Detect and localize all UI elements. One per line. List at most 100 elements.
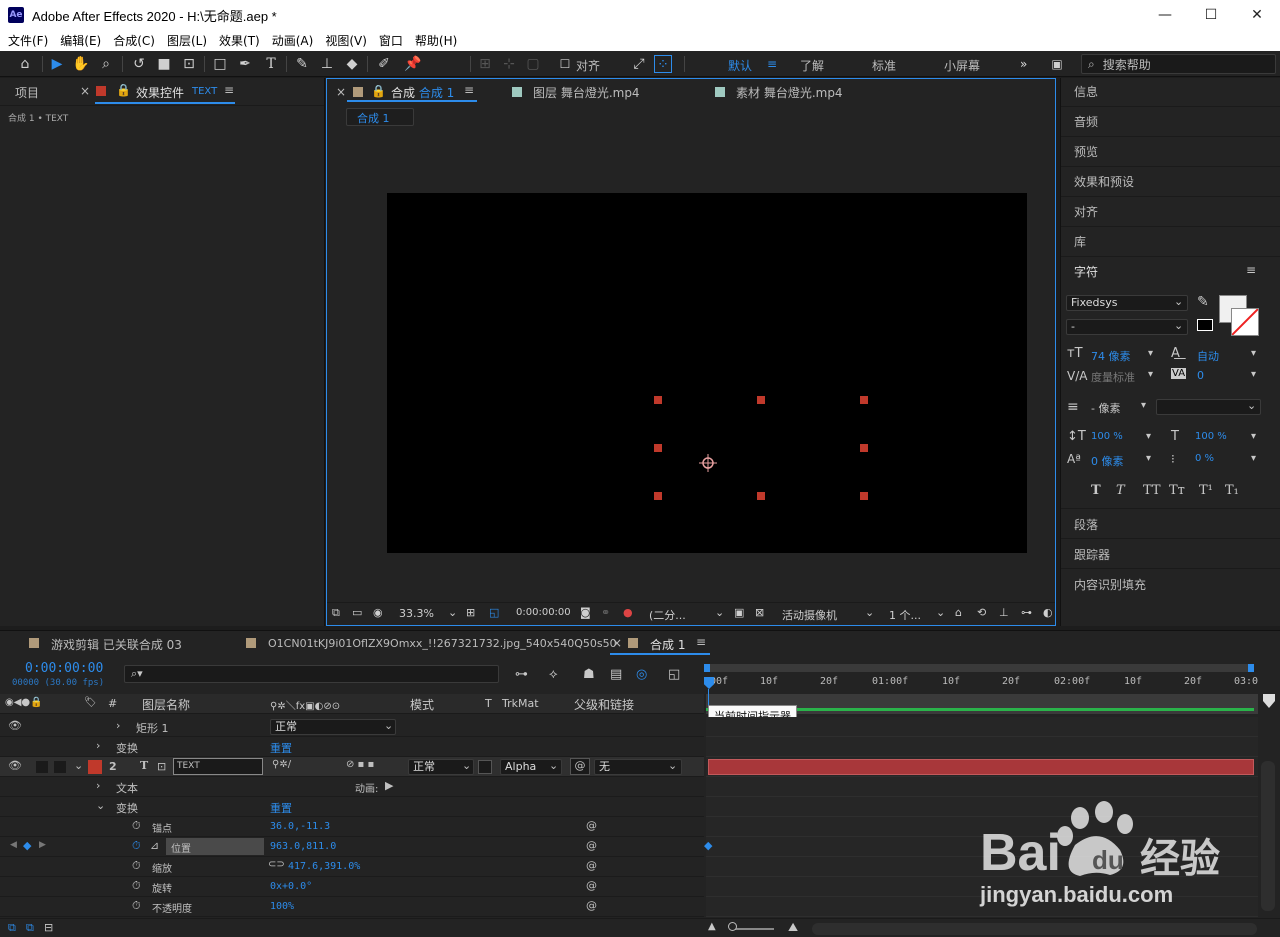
bounding-handle-t[interactable] xyxy=(757,396,765,404)
brush-tool-icon[interactable]: ✎ xyxy=(293,55,311,73)
axis-world-icon[interactable]: ⊹ xyxy=(500,55,518,73)
chevron-down-icon[interactable]: ⌄ xyxy=(715,606,724,619)
prev-keyframe-icon[interactable]: ◀ xyxy=(10,840,17,850)
eye-icon[interactable]: 👁 xyxy=(8,759,22,772)
chevron-down-icon[interactable]: ▾ xyxy=(1146,453,1151,464)
expression-pickwhip-icon[interactable]: @ xyxy=(586,879,597,892)
horizontal-scrollbar[interactable] xyxy=(812,923,1257,935)
menu-window[interactable]: 窗口 xyxy=(373,32,409,49)
zoom-in-icon[interactable]: ⛰ xyxy=(788,920,798,935)
text-tool-icon[interactable]: T xyxy=(262,55,280,73)
property-value[interactable]: 417.6,391.0% xyxy=(288,861,360,872)
transform-group-row[interactable]: ⌄ 变换 重置 xyxy=(0,797,704,817)
panel-content-aware-fill[interactable]: 内容识别填充 xyxy=(1074,576,1146,593)
comp-mini-flowchart-icon[interactable]: ⊶ xyxy=(515,667,528,682)
tab-project[interactable]: 项目 xyxy=(15,84,39,101)
eyedropper-icon[interactable]: ✎ xyxy=(1197,294,1209,310)
property-value[interactable]: 0x+0.0° xyxy=(270,881,312,892)
pen-tool-icon[interactable]: ✒ xyxy=(236,55,254,73)
stroke-width-value[interactable]: - 像素 xyxy=(1091,400,1120,416)
snap-target-icon[interactable]: ⁘ xyxy=(654,55,672,73)
panel-tracker[interactable]: 跟踪器 xyxy=(1074,546,1110,563)
keyframe-icon[interactable]: ◆ xyxy=(23,839,31,852)
toggle-render-time-icon[interactable]: ⊟ xyxy=(44,921,53,934)
timeline-tab-game-clip[interactable]: 游戏剪辑 已关联合成 03 xyxy=(51,636,182,653)
chevron-down-icon[interactable]: ⌄ xyxy=(74,759,83,772)
all-caps-button[interactable]: TT xyxy=(1143,483,1161,498)
property-row-rotation[interactable]: ⏱ 旋转 0x+0.0° @ xyxy=(0,877,704,897)
chevron-down-icon[interactable]: ⌄ xyxy=(936,606,945,619)
lock-icon[interactable]: 🔒 xyxy=(371,84,386,98)
menu-animation[interactable]: 动画(A) xyxy=(266,32,320,49)
snapshot-icon[interactable]: ◙ xyxy=(580,606,591,619)
maximize-button[interactable]: ☐ xyxy=(1188,0,1234,30)
font-family-dropdown[interactable]: Fixedsys xyxy=(1066,295,1188,311)
bounding-handle-bl[interactable] xyxy=(654,492,662,500)
zoom-slider-knob[interactable] xyxy=(728,922,737,931)
bounding-handle-br[interactable] xyxy=(860,492,868,500)
stopwatch-icon[interactable]: ⏱ xyxy=(132,819,141,833)
bounding-handle-r[interactable] xyxy=(860,444,868,452)
toggle-modes-icon[interactable]: ⧉ xyxy=(26,921,34,935)
panel-align[interactable]: 对齐 xyxy=(1074,203,1098,220)
vertical-scrollbar[interactable] xyxy=(1261,761,1275,911)
layer-row-1[interactable]: 👁 › 矩形 1 正常 ⌄ xyxy=(0,717,704,737)
eraser-tool-icon[interactable]: ◆ xyxy=(343,55,361,73)
superscript-button[interactable]: T¹ xyxy=(1199,483,1213,498)
preserve-transparency-switch[interactable] xyxy=(478,760,492,774)
time-ruler[interactable]: 00f 10f 20f 01:00f 10f 20f 02:00f 10f 20… xyxy=(704,674,1260,694)
menu-file[interactable]: 文件(F) xyxy=(2,32,54,49)
timeline-timecode[interactable]: 0:00:00:00 xyxy=(25,661,103,676)
tab-composition[interactable]: 合成 合成 1 xyxy=(391,84,454,101)
snap-checkbox[interactable]: ☐ xyxy=(556,55,574,73)
pick-whip-icon[interactable]: @ xyxy=(570,758,590,775)
panel-menu-icon[interactable]: ≡ xyxy=(224,83,234,97)
blend-mode-dropdown[interactable]: 正常 xyxy=(270,719,396,735)
tsume-value[interactable]: 0 % xyxy=(1195,453,1214,464)
rectangle-tool-icon[interactable]: □ xyxy=(211,55,229,73)
panel-character[interactable]: 字符 xyxy=(1074,263,1098,280)
chevron-right-icon[interactable]: › xyxy=(96,779,100,792)
menu-edit[interactable]: 编辑(E) xyxy=(54,32,107,49)
panel-info[interactable]: 信息 xyxy=(1074,83,1098,100)
rotate-tool-icon[interactable]: ↺ xyxy=(130,55,148,73)
timeline-icon[interactable]: ◐ xyxy=(1043,606,1053,619)
chevron-down-icon[interactable]: ⌄ xyxy=(96,799,105,812)
trkmat-column[interactable]: TrkMat xyxy=(502,697,539,710)
workspace-default[interactable]: 默认 xyxy=(728,57,752,74)
eye-icon[interactable]: 👁 xyxy=(8,719,22,732)
zoom-out-icon[interactable]: ▲ xyxy=(708,921,716,932)
anchor-point-icon[interactable] xyxy=(698,453,718,473)
comp-breadcrumb[interactable]: 合成 1 xyxy=(346,108,414,126)
expression-pickwhip-icon[interactable]: @ xyxy=(586,899,597,912)
lock-icon[interactable]: 🔒 xyxy=(116,83,131,97)
property-row-opacity[interactable]: ⏱ 不透明度 100% @ xyxy=(0,897,704,917)
channel-icon[interactable]: ● xyxy=(623,606,633,619)
frame-blending-icon[interactable]: ▤ xyxy=(610,667,622,682)
panel-preview[interactable]: 预览 xyxy=(1074,143,1098,160)
animate-play-icon[interactable]: ▶ xyxy=(385,779,393,792)
home-icon[interactable]: ⌂ xyxy=(16,55,34,73)
bounding-handle-b[interactable] xyxy=(757,492,765,500)
shy-layers-icon[interactable]: ☗ xyxy=(583,667,595,682)
show-snapshot-icon[interactable]: ⚭ xyxy=(601,606,610,619)
property-row-position[interactable]: ◀ ◆ ▶ ⏱ ⊿ 位置 963.0,811.0 @ xyxy=(0,837,704,857)
workspace-toggle-icon[interactable]: ▣ xyxy=(1048,55,1066,73)
roto-brush-tool-icon[interactable]: ✐ xyxy=(375,55,393,73)
panel-menu-icon[interactable]: ≡ xyxy=(1246,263,1256,277)
chevron-down-icon[interactable]: ⌄ xyxy=(865,606,874,619)
property-value[interactable]: 100% xyxy=(270,901,294,912)
menu-help[interactable]: 帮助(H) xyxy=(409,32,463,49)
kerning-value[interactable]: 度量标准 xyxy=(1091,369,1135,385)
chevron-right-icon[interactable]: › xyxy=(116,719,120,732)
panel-paragraph[interactable]: 段落 xyxy=(1074,516,1098,533)
reset-link[interactable]: 重置 xyxy=(270,740,292,756)
graph-editor-icon[interactable]: ◱ xyxy=(668,667,680,682)
tab-effect-controls[interactable]: 效果控件 xyxy=(136,84,184,101)
views-dropdown[interactable]: 1 个... xyxy=(889,607,921,623)
layer-duration-bar[interactable] xyxy=(708,759,1254,775)
zoom-tool-icon[interactable]: ⌕ xyxy=(97,55,115,73)
text-group-row[interactable]: › 文本 动画: ▶ xyxy=(0,777,704,797)
composition-canvas[interactable] xyxy=(387,193,1027,553)
faux-italic-button[interactable]: T xyxy=(1116,483,1125,498)
